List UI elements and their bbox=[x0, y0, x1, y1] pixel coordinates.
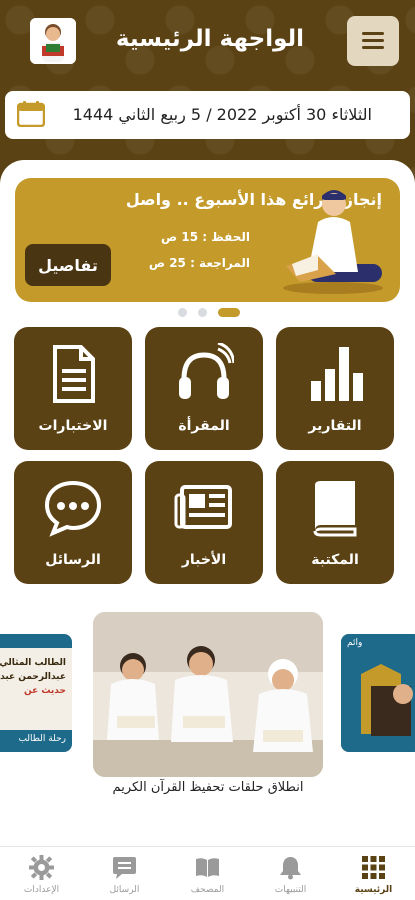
tile-exams[interactable]: الاختبارات bbox=[14, 327, 132, 450]
news-caption[interactable]: انطلاق حلقات تحفيظ القرآن الكريم bbox=[93, 780, 323, 795]
details-button[interactable]: تفاصيل bbox=[25, 244, 111, 286]
headphones-icon bbox=[179, 343, 234, 399]
news-card-left-line: رحلة الطالب bbox=[18, 734, 66, 744]
bar-chart-icon bbox=[311, 347, 363, 401]
hamburger-menu-icon bbox=[362, 32, 384, 50]
nav-label: المصحف bbox=[190, 885, 225, 895]
banner-pagination[interactable] bbox=[178, 307, 240, 317]
nav-item-notifications[interactable]: التنبيهات bbox=[249, 847, 332, 900]
grid-icon bbox=[362, 856, 385, 879]
message-icon bbox=[113, 857, 136, 879]
tile-recitation[interactable]: المقرأة bbox=[145, 327, 263, 450]
news-card-side-left[interactable]: الطالب المثالي عبدالرحمن عبدا حديث عن رح… bbox=[0, 634, 72, 752]
news-card-right-text: وائم bbox=[347, 638, 363, 648]
nav-label: الرئيسية bbox=[354, 885, 393, 895]
tile-messages[interactable]: الرسائل bbox=[14, 461, 132, 584]
nav-item-settings[interactable]: الإعدادات bbox=[0, 847, 83, 900]
tile-library[interactable]: المكتبة bbox=[276, 461, 394, 584]
newspaper-icon bbox=[174, 485, 232, 529]
news-card-left-line: عبدالرحمن عبدا bbox=[0, 672, 66, 682]
chat-bubble-icon bbox=[44, 480, 102, 537]
tile-label: الاختبارات bbox=[38, 418, 108, 434]
news-card-main[interactable] bbox=[93, 612, 323, 777]
student-avatar[interactable] bbox=[30, 18, 76, 64]
tile-label: المكتبة bbox=[311, 552, 359, 568]
nav-item-mushaf[interactable]: المصحف bbox=[166, 847, 249, 900]
bell-icon bbox=[280, 857, 301, 880]
student-avatar-icon bbox=[30, 18, 76, 64]
menu-button[interactable] bbox=[347, 16, 399, 66]
pagination-dot[interactable] bbox=[198, 308, 207, 317]
banner-memorize-stat: الحفظ : 15 ص bbox=[161, 230, 250, 244]
nav-item-messages[interactable]: الرسائل bbox=[83, 847, 166, 900]
reading-student-illustration bbox=[283, 190, 383, 294]
open-book-icon bbox=[196, 858, 219, 877]
tile-label: المقرأة bbox=[178, 418, 230, 434]
banner-review-stat: المراجعة : 25 ص bbox=[148, 256, 250, 270]
news-card-left-line: حديث عن bbox=[24, 686, 66, 696]
nav-label: التنبيهات bbox=[274, 885, 307, 895]
quran-students-photo bbox=[93, 612, 323, 777]
bottom-navigation: الرئيسية التنبيهات المصحف الرسائل الإعدا… bbox=[0, 846, 415, 900]
nav-item-home[interactable]: الرئيسية bbox=[332, 847, 415, 900]
achievement-banner[interactable]: إنجازك رائع هذا الأسبوع .. واصل الحفظ : … bbox=[15, 178, 400, 302]
gear-icon bbox=[29, 855, 54, 880]
pagination-dot-active[interactable] bbox=[218, 308, 240, 317]
book-icon bbox=[313, 481, 357, 537]
calendar-icon[interactable] bbox=[17, 101, 45, 127]
news-card-right-image bbox=[341, 634, 415, 752]
tile-news[interactable]: الأخبار bbox=[145, 461, 263, 584]
page-title: الواجهة الرئيسية bbox=[115, 26, 305, 52]
date-bar: الثلاثاء 30 أكتوبر 2022 / 5 ربيع الثاني … bbox=[5, 91, 410, 139]
nav-label: الإعدادات bbox=[23, 885, 60, 895]
tile-reports[interactable]: التقارير bbox=[276, 327, 394, 450]
tile-label: الرسائل bbox=[45, 552, 101, 568]
tile-label: التقارير bbox=[308, 418, 362, 434]
nav-label: الرسائل bbox=[109, 885, 140, 895]
tile-label: الأخبار bbox=[181, 552, 227, 568]
document-icon bbox=[53, 345, 95, 403]
news-card-side-right[interactable]: وائم bbox=[341, 634, 415, 752]
date-text: الثلاثاء 30 أكتوبر 2022 / 5 ربيع الثاني … bbox=[72, 105, 372, 124]
pagination-dot[interactable] bbox=[178, 308, 187, 317]
news-card-left-line: الطالب المثالي bbox=[0, 658, 66, 668]
